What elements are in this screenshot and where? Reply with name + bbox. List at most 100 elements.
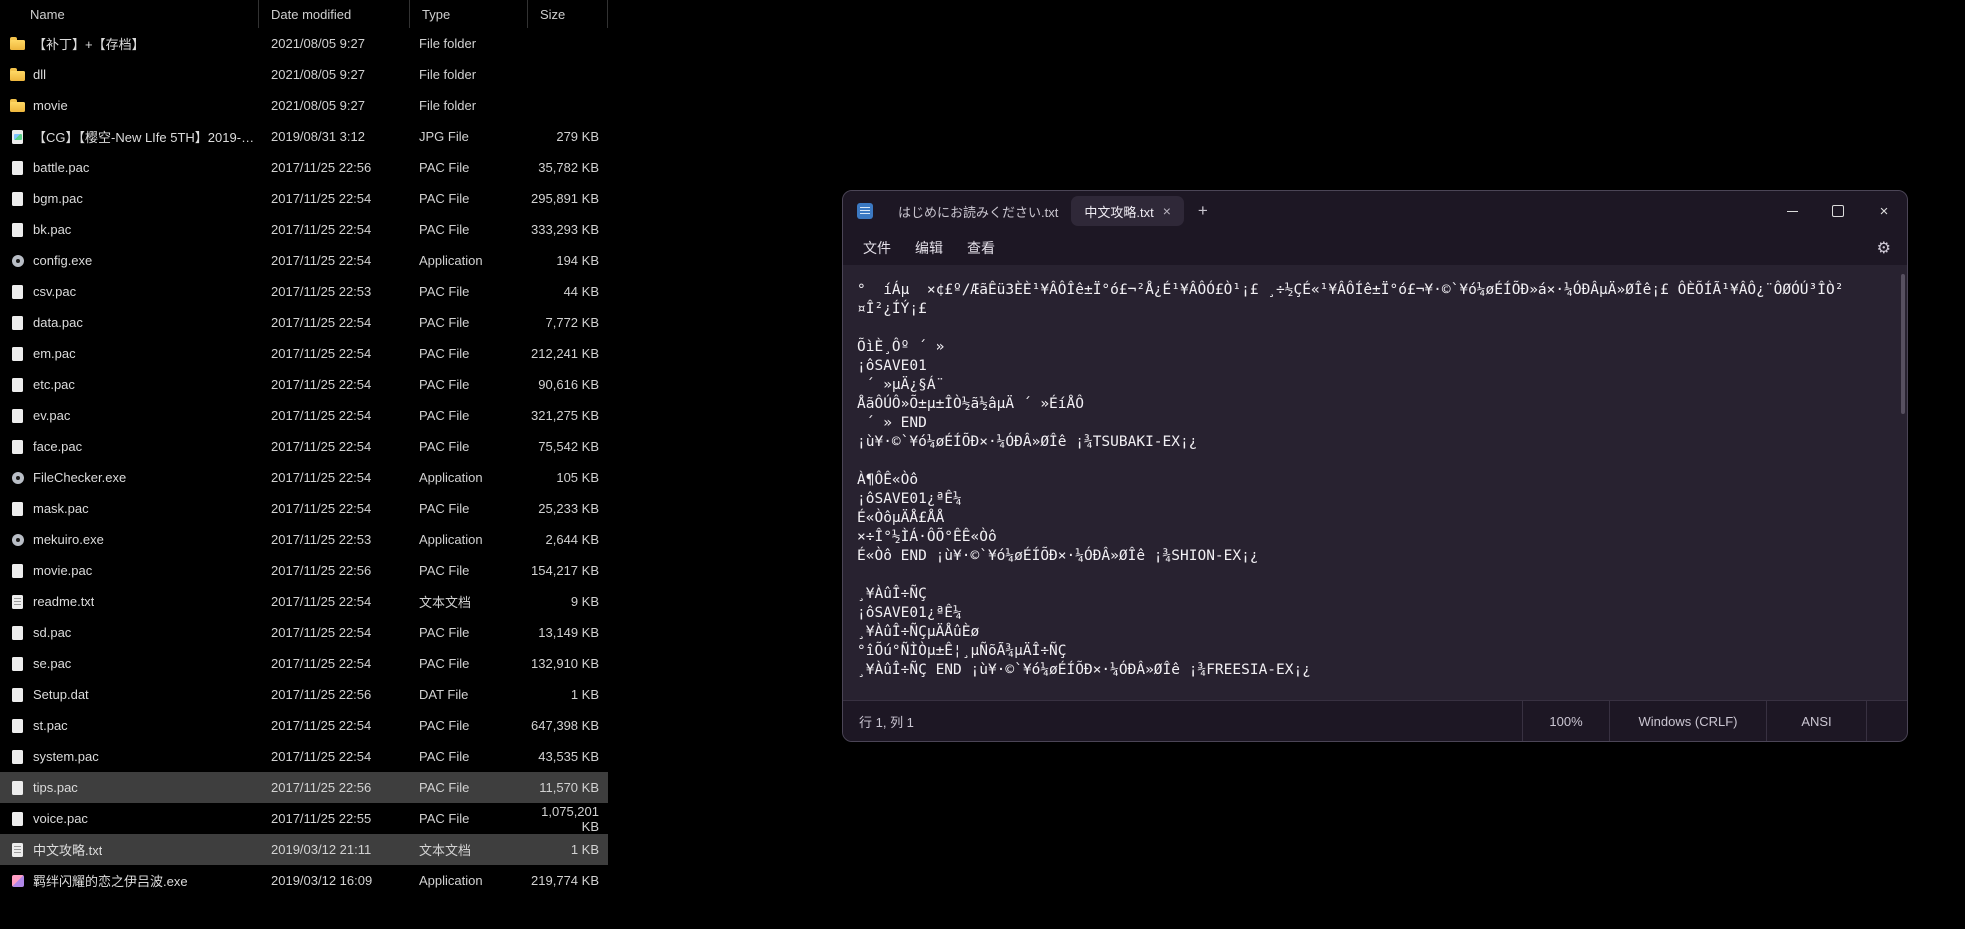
file-name-label: voice.pac bbox=[33, 811, 88, 826]
file-row[interactable]: movie.pac 2017/11/25 22:56 PAC File 154,… bbox=[0, 555, 608, 586]
encoding-indicator: ANSI bbox=[1766, 701, 1866, 741]
file-row[interactable]: data.pac 2017/11/25 22:54 PAC File 7,772… bbox=[0, 307, 608, 338]
file-type-cell: PAC File bbox=[410, 315, 528, 330]
file-name-cell: csv.pac bbox=[0, 284, 259, 300]
file-date-cell: 2017/11/25 22:54 bbox=[259, 408, 410, 423]
file-size-cell: 1,075,201 KB bbox=[528, 804, 608, 834]
file-date-cell: 2021/08/05 9:27 bbox=[259, 98, 410, 113]
pac-file-icon bbox=[10, 160, 26, 176]
file-name-label: tips.pac bbox=[33, 780, 78, 795]
file-date-cell: 2017/11/25 22:54 bbox=[259, 749, 410, 764]
text-line: À¶ÔÊ«Òô bbox=[857, 471, 1883, 490]
file-date-cell: 2021/08/05 9:27 bbox=[259, 36, 410, 51]
notepad-menubar: 文件 编辑 查看 ⚙ bbox=[843, 231, 1907, 265]
file-row[interactable]: voice.pac 2017/11/25 22:55 PAC File 1,07… bbox=[0, 803, 608, 834]
file-row[interactable]: battle.pac 2017/11/25 22:56 PAC File 35,… bbox=[0, 152, 608, 183]
file-row[interactable]: movie 2021/08/05 9:27 File folder bbox=[0, 90, 608, 121]
pac-file-icon bbox=[10, 222, 26, 238]
tab-close-icon[interactable]: × bbox=[1163, 204, 1171, 218]
text-line: ×÷Î°½ÌÁ·ÔÕ°ÊÊ«Òô bbox=[857, 528, 1883, 547]
file-row[interactable]: mekuiro.exe 2017/11/25 22:53 Application… bbox=[0, 524, 608, 555]
file-row[interactable]: readme.txt 2017/11/25 22:54 文本文档 9 KB bbox=[0, 586, 608, 617]
text-file-icon bbox=[10, 594, 26, 610]
file-row[interactable]: bgm.pac 2017/11/25 22:54 PAC File 295,89… bbox=[0, 183, 608, 214]
file-row[interactable]: dll 2021/08/05 9:27 File folder bbox=[0, 59, 608, 90]
file-name-cell: dll bbox=[0, 67, 259, 83]
file-row[interactable]: Setup.dat 2017/11/25 22:56 DAT File 1 KB bbox=[0, 679, 608, 710]
file-row[interactable]: FileChecker.exe 2017/11/25 22:54 Applica… bbox=[0, 462, 608, 493]
tab-chinese-guide[interactable]: 中文攻略.txt × bbox=[1071, 196, 1184, 226]
editor[interactable]: ° íÁµ ×¢£º/ÆãÊü3ÈÈ¹¥ÂÔÎê±Ï°ó£¬²Å¿É¹¥ÂÔÓ£… bbox=[843, 265, 1907, 701]
new-tab-button[interactable]: + bbox=[1188, 196, 1218, 226]
file-size-cell: 9 KB bbox=[528, 594, 608, 609]
file-name-label: dll bbox=[33, 67, 46, 82]
menu-file[interactable]: 文件 bbox=[851, 234, 903, 262]
file-size-cell: 2,644 KB bbox=[528, 532, 608, 547]
file-row[interactable]: se.pac 2017/11/25 22:54 PAC File 132,910… bbox=[0, 648, 608, 679]
text-line: É«ÒôµÄÅ£ÅÅ bbox=[857, 509, 1883, 528]
file-row[interactable]: csv.pac 2017/11/25 22:53 PAC File 44 KB bbox=[0, 276, 608, 307]
file-type-cell: PAC File bbox=[410, 625, 528, 640]
file-size-cell: 75,542 KB bbox=[528, 439, 608, 454]
file-name-cell: face.pac bbox=[0, 439, 259, 455]
maximize-button[interactable] bbox=[1815, 191, 1861, 231]
column-header-type[interactable]: Type bbox=[410, 0, 528, 28]
file-row[interactable]: tips.pac 2017/11/25 22:56 PAC File 11,57… bbox=[0, 772, 608, 803]
tab-hajimeni-readme[interactable]: はじめにお読みください.txt bbox=[885, 196, 1071, 226]
menu-edit[interactable]: 编辑 bbox=[903, 234, 955, 262]
text-line: ´ »µÄ¿§Á¨ bbox=[857, 376, 1883, 395]
file-name-cell: etc.pac bbox=[0, 377, 259, 393]
file-row[interactable]: em.pac 2017/11/25 22:54 PAC File 212,241… bbox=[0, 338, 608, 369]
file-row[interactable]: 【补丁】+【存档】 2021/08/05 9:27 File folder bbox=[0, 28, 608, 59]
settings-gear-icon[interactable]: ⚙ bbox=[1877, 231, 1891, 265]
text-line: ¡ù¥·©`¥ó¼øÉÍÕÐ×·¼ÓÐÂ»ØÎê ¡¾TSUBAKI-EX¡¿ bbox=[857, 433, 1883, 452]
file-date-cell: 2017/11/25 22:54 bbox=[259, 191, 410, 206]
file-row[interactable]: config.exe 2017/11/25 22:54 Application … bbox=[0, 245, 608, 276]
file-name-label: ev.pac bbox=[33, 408, 70, 423]
file-row[interactable]: ev.pac 2017/11/25 22:54 PAC File 321,275… bbox=[0, 400, 608, 431]
file-list-body: 【补丁】+【存档】 2021/08/05 9:27 File folder dl… bbox=[0, 28, 608, 896]
file-type-cell: PAC File bbox=[410, 222, 528, 237]
menu-view[interactable]: 查看 bbox=[955, 234, 1007, 262]
file-row[interactable]: etc.pac 2017/11/25 22:54 PAC File 90,616… bbox=[0, 369, 608, 400]
file-row[interactable]: bk.pac 2017/11/25 22:54 PAC File 333,293… bbox=[0, 214, 608, 245]
minimize-button[interactable] bbox=[1769, 191, 1815, 231]
file-name-label: bgm.pac bbox=[33, 191, 83, 206]
scrollbar-thumb[interactable] bbox=[1901, 274, 1905, 414]
maximize-icon bbox=[1832, 205, 1844, 217]
close-button[interactable]: × bbox=[1861, 191, 1907, 231]
file-type-cell: JPG File bbox=[410, 129, 528, 144]
editor-text: ° íÁµ ×¢£º/ÆãÊü3ÈÈ¹¥ÂÔÎê±Ï°ó£¬²Å¿É¹¥ÂÔÓ£… bbox=[843, 265, 1907, 680]
file-date-cell: 2017/11/25 22:54 bbox=[259, 346, 410, 361]
column-header-date-modified[interactable]: Date modified bbox=[259, 0, 410, 28]
file-row[interactable]: 【CG】【樱空-New LIfe 5TH】2019-3-12.jpg 2019/… bbox=[0, 121, 608, 152]
file-row[interactable]: system.pac 2017/11/25 22:54 PAC File 43,… bbox=[0, 741, 608, 772]
file-size-cell: 1 KB bbox=[528, 842, 608, 857]
file-row[interactable]: 中文攻略.txt 2019/03/12 21:11 文本文档 1 KB bbox=[0, 834, 608, 865]
file-name-cell: system.pac bbox=[0, 749, 259, 765]
text-line: ¡ôSAVE01 bbox=[857, 357, 1883, 376]
file-name-cell: ev.pac bbox=[0, 408, 259, 424]
file-row[interactable]: mask.pac 2017/11/25 22:54 PAC File 25,23… bbox=[0, 493, 608, 524]
file-date-cell: 2017/11/25 22:56 bbox=[259, 160, 410, 175]
text-line bbox=[857, 319, 1883, 338]
file-type-cell: File folder bbox=[410, 67, 528, 82]
file-date-cell: 2017/11/25 22:56 bbox=[259, 563, 410, 578]
tab-label: はじめにお読みください.txt bbox=[898, 202, 1058, 221]
file-row[interactable]: face.pac 2017/11/25 22:54 PAC File 75,54… bbox=[0, 431, 608, 462]
file-name-label: face.pac bbox=[33, 439, 82, 454]
file-type-cell: File folder bbox=[410, 98, 528, 113]
column-header-size[interactable]: Size bbox=[528, 0, 608, 28]
file-size-cell: 647,398 KB bbox=[528, 718, 608, 733]
column-header-name[interactable]: Name bbox=[0, 0, 259, 28]
text-line: ¸¥ÀûÎ÷ÑÇ bbox=[857, 585, 1883, 604]
editor-scrollbar bbox=[1900, 265, 1905, 701]
file-row[interactable]: sd.pac 2017/11/25 22:54 PAC File 13,149 … bbox=[0, 617, 608, 648]
file-row[interactable]: 羁绊闪耀的恋之伊吕波.exe 2019/03/12 16:09 Applicat… bbox=[0, 865, 608, 896]
zoom-level[interactable]: 100% bbox=[1522, 701, 1609, 741]
pac-file-icon bbox=[10, 315, 26, 331]
file-row[interactable]: st.pac 2017/11/25 22:54 PAC File 647,398… bbox=[0, 710, 608, 741]
application-icon bbox=[10, 470, 26, 486]
file-size-cell: 105 KB bbox=[528, 470, 608, 485]
pac-file-icon bbox=[10, 377, 26, 393]
